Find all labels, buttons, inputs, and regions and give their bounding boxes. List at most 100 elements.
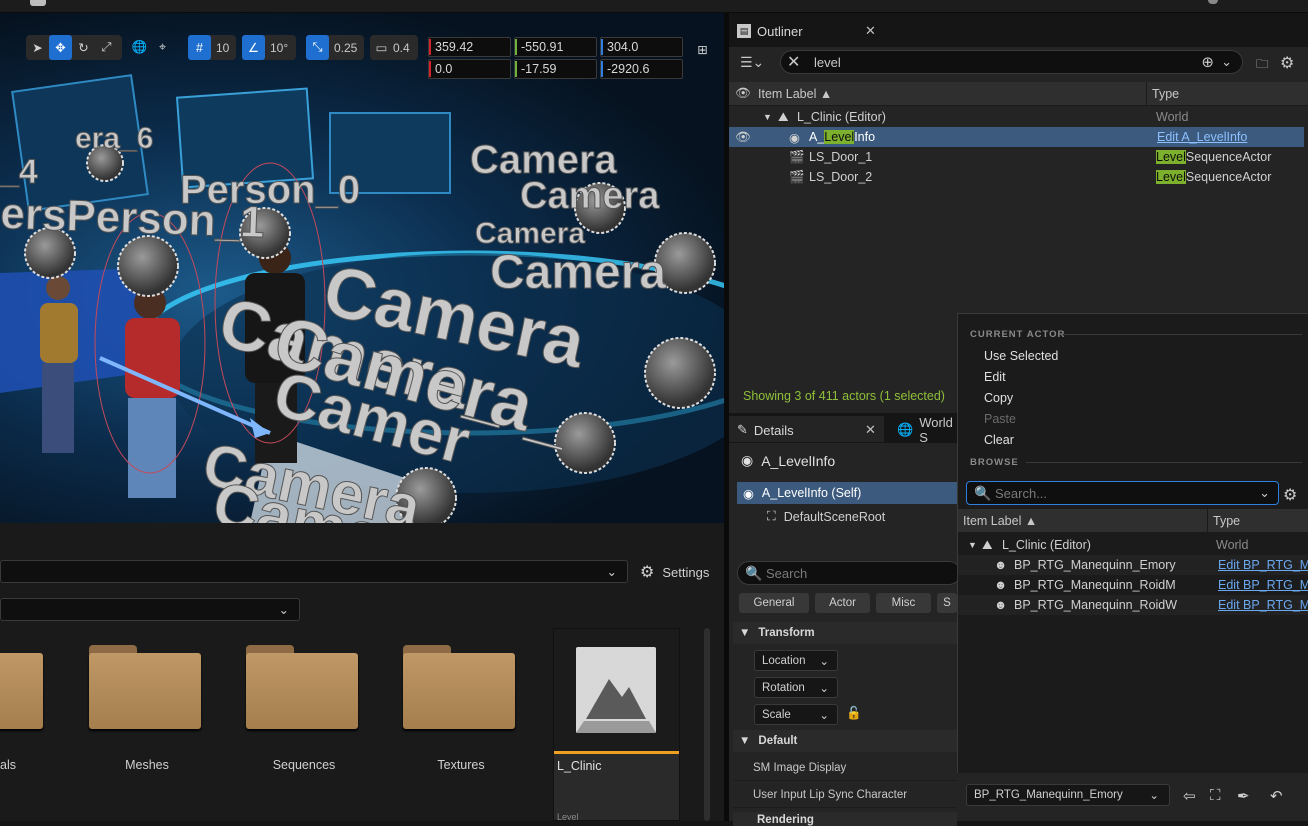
folder-item[interactable]	[0, 645, 43, 729]
rotate-icon[interactable]: ↻	[72, 35, 95, 60]
rotation-dropdown[interactable]: Rotation ⌄	[754, 677, 838, 698]
scale-snap[interactable]: ⤡ 0.25	[306, 35, 364, 60]
picker-row[interactable]: ☻ BP_RTG_Manequinn_RoidW Edit BP_RTG_Ma	[958, 595, 1308, 615]
filter-dropdown[interactable]: ⌄	[0, 598, 300, 621]
chevron-down-icon[interactable]: ⌄	[1259, 485, 1270, 501]
gear-icon[interactable]: ⚙	[1280, 53, 1294, 73]
chevron-down-icon[interactable]: ⌄	[1221, 54, 1232, 70]
component-root[interactable]: ⛶ DefaultSceneRoot	[767, 509, 885, 524]
picker-row[interactable]: ☻ BP_RTG_Manequinn_RoidM Edit BP_RTG_Ma	[958, 575, 1308, 595]
rotation-x[interactable]: 0.0	[428, 59, 511, 79]
component-self[interactable]: ◉ A_LevelInfo (Self)	[737, 482, 957, 504]
expand-arrow-icon[interactable]: ▼	[968, 540, 977, 550]
col-type[interactable]: Type	[1213, 514, 1240, 528]
location-dropdown[interactable]: Location ⌄	[754, 650, 838, 671]
picker-row[interactable]: ▼ ⛰ L_Clinic (Editor) World	[958, 535, 1308, 555]
category-transform[interactable]: ▼ Transform	[733, 622, 957, 644]
folder-item[interactable]	[89, 645, 201, 729]
edit-link[interactable]: Edit A_LevelInfo	[1157, 130, 1247, 144]
filter-more[interactable]: S	[937, 593, 957, 613]
category-default[interactable]: ▼ Default	[733, 730, 957, 752]
browse-to-icon[interactable]: ⇦	[1183, 787, 1196, 805]
location-y[interactable]: -550.91	[514, 37, 597, 57]
select-actor-icon[interactable]: ⛶	[1210, 787, 1221, 804]
edit-link[interactable]: Edit BP_RTG_Ma	[1218, 578, 1308, 592]
eyedropper-icon[interactable]: ✒	[1237, 787, 1250, 805]
world-settings-title: World S	[919, 415, 953, 445]
popup-search[interactable]: 🔍 Search... ⌄	[966, 481, 1279, 505]
gear-icon[interactable]: ⚙	[1283, 485, 1297, 505]
close-icon[interactable]: ✕	[865, 23, 876, 39]
scale-snap-icon[interactable]: ⤡	[306, 35, 329, 60]
collapse-arrow-icon: ▼	[739, 627, 751, 639]
column-divider[interactable]	[1146, 82, 1147, 106]
select-mode-icon[interactable]: ➤	[26, 35, 49, 60]
chevron-down-icon: ⌄	[606, 565, 617, 579]
rotation-y[interactable]: -17.59	[514, 59, 597, 79]
category-rendering[interactable]: Rendering	[733, 812, 957, 826]
add-filter-icon[interactable]: ⊕	[1201, 53, 1214, 71]
outliner-row[interactable]: 🎬 LS_Door_2 LevelSequenceActor	[729, 167, 1308, 187]
translate-icon[interactable]: ✥	[49, 35, 72, 60]
lip-sync-combo[interactable]: BP_RTG_Manequinn_Emory ⌄	[966, 784, 1170, 806]
location-x[interactable]: 359.42	[428, 37, 511, 57]
camera-speed-icon[interactable]: ▭	[370, 35, 393, 60]
location-z[interactable]: 304.0	[600, 37, 683, 57]
outliner-row[interactable]: 🎬 LS_Door_1 LevelSequenceActor	[729, 147, 1308, 167]
menu-clear[interactable]: Clear	[984, 433, 1014, 447]
filter-misc[interactable]: Misc	[876, 593, 931, 613]
expand-arrow-icon[interactable]: ▼	[763, 112, 772, 122]
visibility-eye-icon[interactable]: 👁	[735, 130, 751, 145]
tab-world-settings[interactable]: 🌐 World S	[889, 415, 957, 445]
rotation-snap[interactable]: ∠ 10°	[242, 35, 296, 60]
grid-snap[interactable]: # 10	[188, 35, 236, 60]
camera-speed[interactable]: ▭ 0.4	[370, 35, 418, 60]
edit-link[interactable]: Edit BP_RTG_Ma	[1218, 558, 1308, 572]
skeletal-actor-icon: ☻	[994, 578, 1008, 592]
level-viewport[interactable]: era_6 _4 Person_0 ersPerson_1 Camera Cam…	[0, 13, 724, 523]
outliner-row-selected[interactable]: 👁 ◉ A_LevelInfo Edit A_LevelInfo	[729, 127, 1304, 147]
path-bar[interactable]: ⌄	[0, 560, 628, 583]
col-item-label[interactable]: Item Label ▲	[963, 514, 1037, 528]
column-divider[interactable]	[1207, 509, 1208, 533]
profile-icon[interactable]	[1208, 0, 1218, 4]
asset-tile-l-clinic[interactable]: L_Clinic Level	[553, 628, 680, 822]
world-coords-icon[interactable]: 🌐	[128, 35, 151, 60]
details-search[interactable]: 🔍 Search	[737, 561, 961, 585]
grid-snap-icon[interactable]: #	[188, 35, 211, 60]
edit-link[interactable]: Edit BP_RTG_Ma	[1218, 598, 1308, 612]
viewport-layout[interactable]: ⊞	[691, 37, 715, 62]
visibility-eye-icon[interactable]: 👁	[735, 86, 751, 101]
layout-grid-icon[interactable]: ⊞	[691, 37, 714, 62]
menu-copy[interactable]: Copy	[984, 391, 1013, 405]
filter-general[interactable]: General	[739, 593, 809, 613]
menu-edit[interactable]: Edit	[984, 370, 1006, 384]
close-icon[interactable]: ✕	[865, 422, 876, 438]
col-item-label[interactable]: Item Label ▲	[758, 87, 832, 101]
filter-actor[interactable]: Actor	[815, 593, 870, 613]
rotation-z[interactable]: -2920.6	[600, 59, 683, 79]
outliner-row[interactable]: ▼ ⛰ L_Clinic (Editor) World	[729, 107, 1308, 127]
section-current-actor: CURRENT ACTOR	[970, 329, 1066, 340]
scale-dropdown[interactable]: Scale ⌄	[754, 704, 838, 725]
tab-outliner[interactable]: ▤ Outliner ✕	[729, 17, 884, 43]
new-folder-icon[interactable]: 🗀	[1256, 55, 1269, 76]
reset-icon[interactable]: ↶	[1270, 787, 1283, 805]
rotation-snap-icon[interactable]: ∠	[242, 35, 265, 60]
outliner-search[interactable]: ✕ level ⊕ ⌄	[780, 50, 1243, 74]
lock-icon[interactable]: 🔓	[846, 706, 862, 721]
surface-snap-icon[interactable]: ⌖	[151, 35, 174, 60]
settings-button[interactable]: ⚙ Settings	[640, 562, 709, 582]
menu-paste[interactable]: Paste	[984, 412, 1016, 426]
filter-icon[interactable]: ☰⌄	[740, 54, 764, 71]
col-type[interactable]: Type	[1152, 87, 1179, 101]
clear-search-icon[interactable]: ✕	[787, 52, 800, 72]
tab-details[interactable]: ✎ Details ✕	[729, 416, 884, 442]
content-scrollbar[interactable]	[704, 628, 710, 821]
picker-row[interactable]: ☻ BP_RTG_Manequinn_Emory Edit BP_RTG_Ma	[958, 555, 1308, 575]
folder-item[interactable]	[403, 645, 515, 729]
outliner-icon: ▤	[737, 24, 751, 38]
menu-use-selected[interactable]: Use Selected	[984, 349, 1058, 363]
folder-item[interactable]	[246, 645, 358, 729]
scale-icon[interactable]: ⤢	[95, 35, 118, 60]
